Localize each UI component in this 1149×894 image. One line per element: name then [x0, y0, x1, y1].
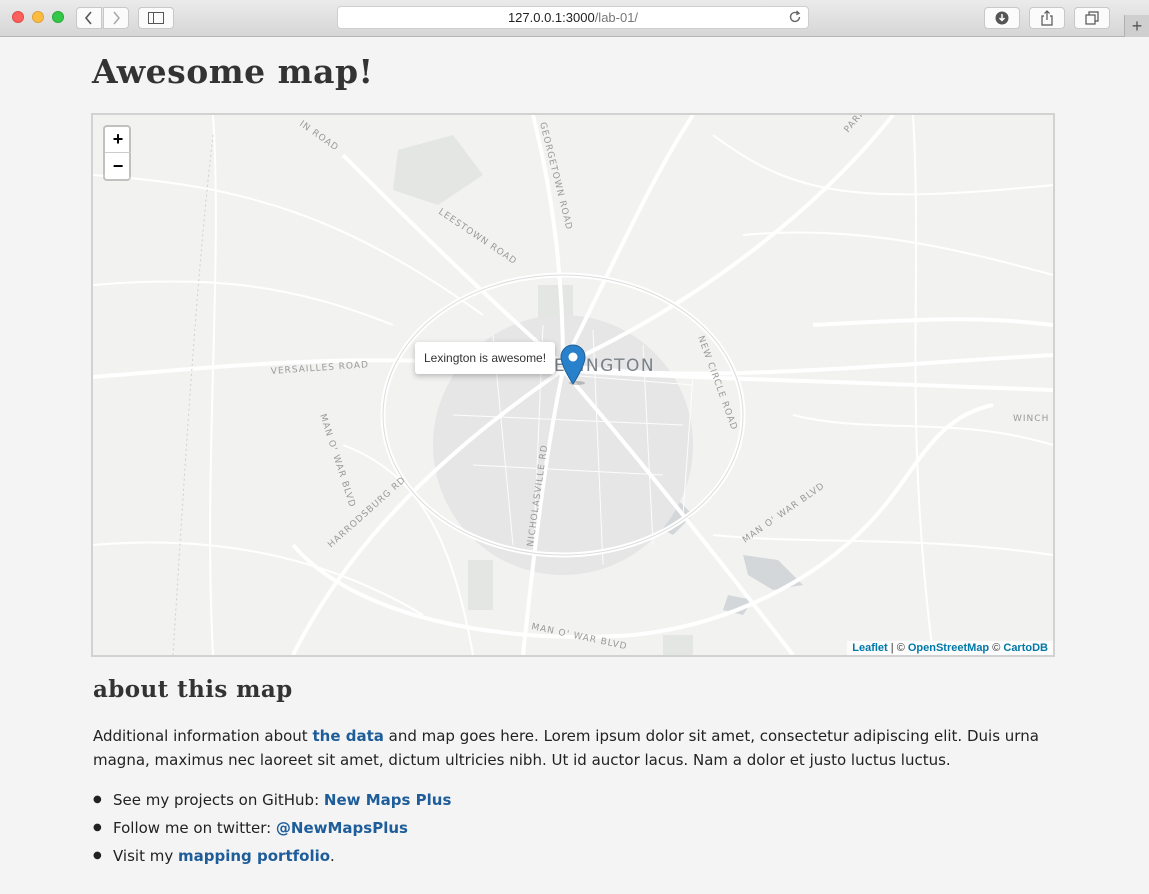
share-button[interactable]	[1029, 7, 1065, 29]
basemap-tiles[interactable]: IN ROAD LEESTOWN ROAD GEORGETOWN ROAD VE…	[93, 115, 1053, 655]
about-text-before: Additional information about	[93, 727, 313, 745]
forward-button[interactable]	[103, 7, 129, 29]
address-bar[interactable]: 127.0.0.1:3000/lab-01/	[337, 6, 809, 29]
window-minimize-button[interactable]	[32, 11, 44, 23]
downloads-button[interactable]	[984, 7, 1020, 29]
popup-text: Lexington is awesome!	[424, 351, 547, 365]
map-container[interactable]: IN ROAD LEESTOWN ROAD GEORGETOWN ROAD VE…	[91, 113, 1055, 657]
list-item-text: Visit my	[113, 847, 178, 865]
tab-overview-button[interactable]	[1074, 7, 1110, 29]
window-maximize-button[interactable]	[52, 11, 64, 23]
browser-toolbar: 127.0.0.1:3000/lab-01/ +	[0, 0, 1149, 37]
sidebar-icon	[148, 12, 164, 24]
map-marker-icon[interactable]	[560, 344, 586, 385]
list-item: See my projects on GitHub: New Maps Plus	[93, 786, 451, 814]
reload-icon[interactable]	[788, 10, 802, 24]
github-link[interactable]: New Maps Plus	[324, 791, 452, 809]
about-paragraph: Additional information about the data an…	[93, 724, 1053, 772]
chevron-right-icon	[113, 11, 121, 25]
list-item-suffix: .	[330, 847, 335, 865]
portfolio-link[interactable]: mapping portfolio	[178, 847, 330, 865]
links-list: See my projects on GitHub: New Maps Plus…	[93, 786, 451, 870]
twitter-link[interactable]: @NewMapsPlus	[276, 819, 408, 837]
back-button[interactable]	[76, 7, 102, 29]
url-host: 127.0.0.1:3000	[507, 10, 595, 25]
page-title: Awesome map!	[92, 52, 374, 91]
chevron-left-icon	[84, 11, 92, 25]
zoom-out-button[interactable]: −	[105, 153, 131, 179]
list-item-text: See my projects on GitHub:	[113, 791, 324, 809]
map-attribution: Leaflet | © OpenStreetMap © CartoDB	[847, 641, 1053, 655]
plus-icon: +	[1131, 15, 1143, 36]
attribution-separator-1: | ©	[887, 642, 908, 654]
tabs-icon	[1085, 11, 1099, 25]
map-popup[interactable]: Lexington is awesome!	[415, 342, 556, 374]
list-item-text: Follow me on twitter:	[113, 819, 276, 837]
window-close-button[interactable]	[12, 11, 24, 23]
list-item: Visit my mapping portfolio.	[93, 842, 451, 870]
share-icon	[1041, 10, 1053, 26]
openstreetmap-link[interactable]: OpenStreetMap	[908, 642, 989, 654]
attribution-separator-2: ©	[989, 642, 1004, 654]
download-icon	[995, 11, 1009, 25]
zoom-in-button[interactable]: +	[105, 127, 131, 153]
road-label-winch: WINCH	[1013, 414, 1049, 424]
section-heading: about this map	[93, 676, 293, 703]
cartodb-link[interactable]: CartoDB	[1003, 642, 1048, 654]
new-tab-button[interactable]: +	[1124, 15, 1149, 37]
sidebar-toggle-button[interactable]	[138, 7, 174, 29]
zoom-control: + −	[103, 125, 131, 181]
url-path: /lab-01/	[594, 10, 639, 25]
leaflet-link[interactable]: Leaflet	[852, 642, 887, 654]
the-data-link[interactable]: the data	[312, 727, 383, 745]
list-item: Follow me on twitter: @NewMapsPlus	[93, 814, 451, 842]
